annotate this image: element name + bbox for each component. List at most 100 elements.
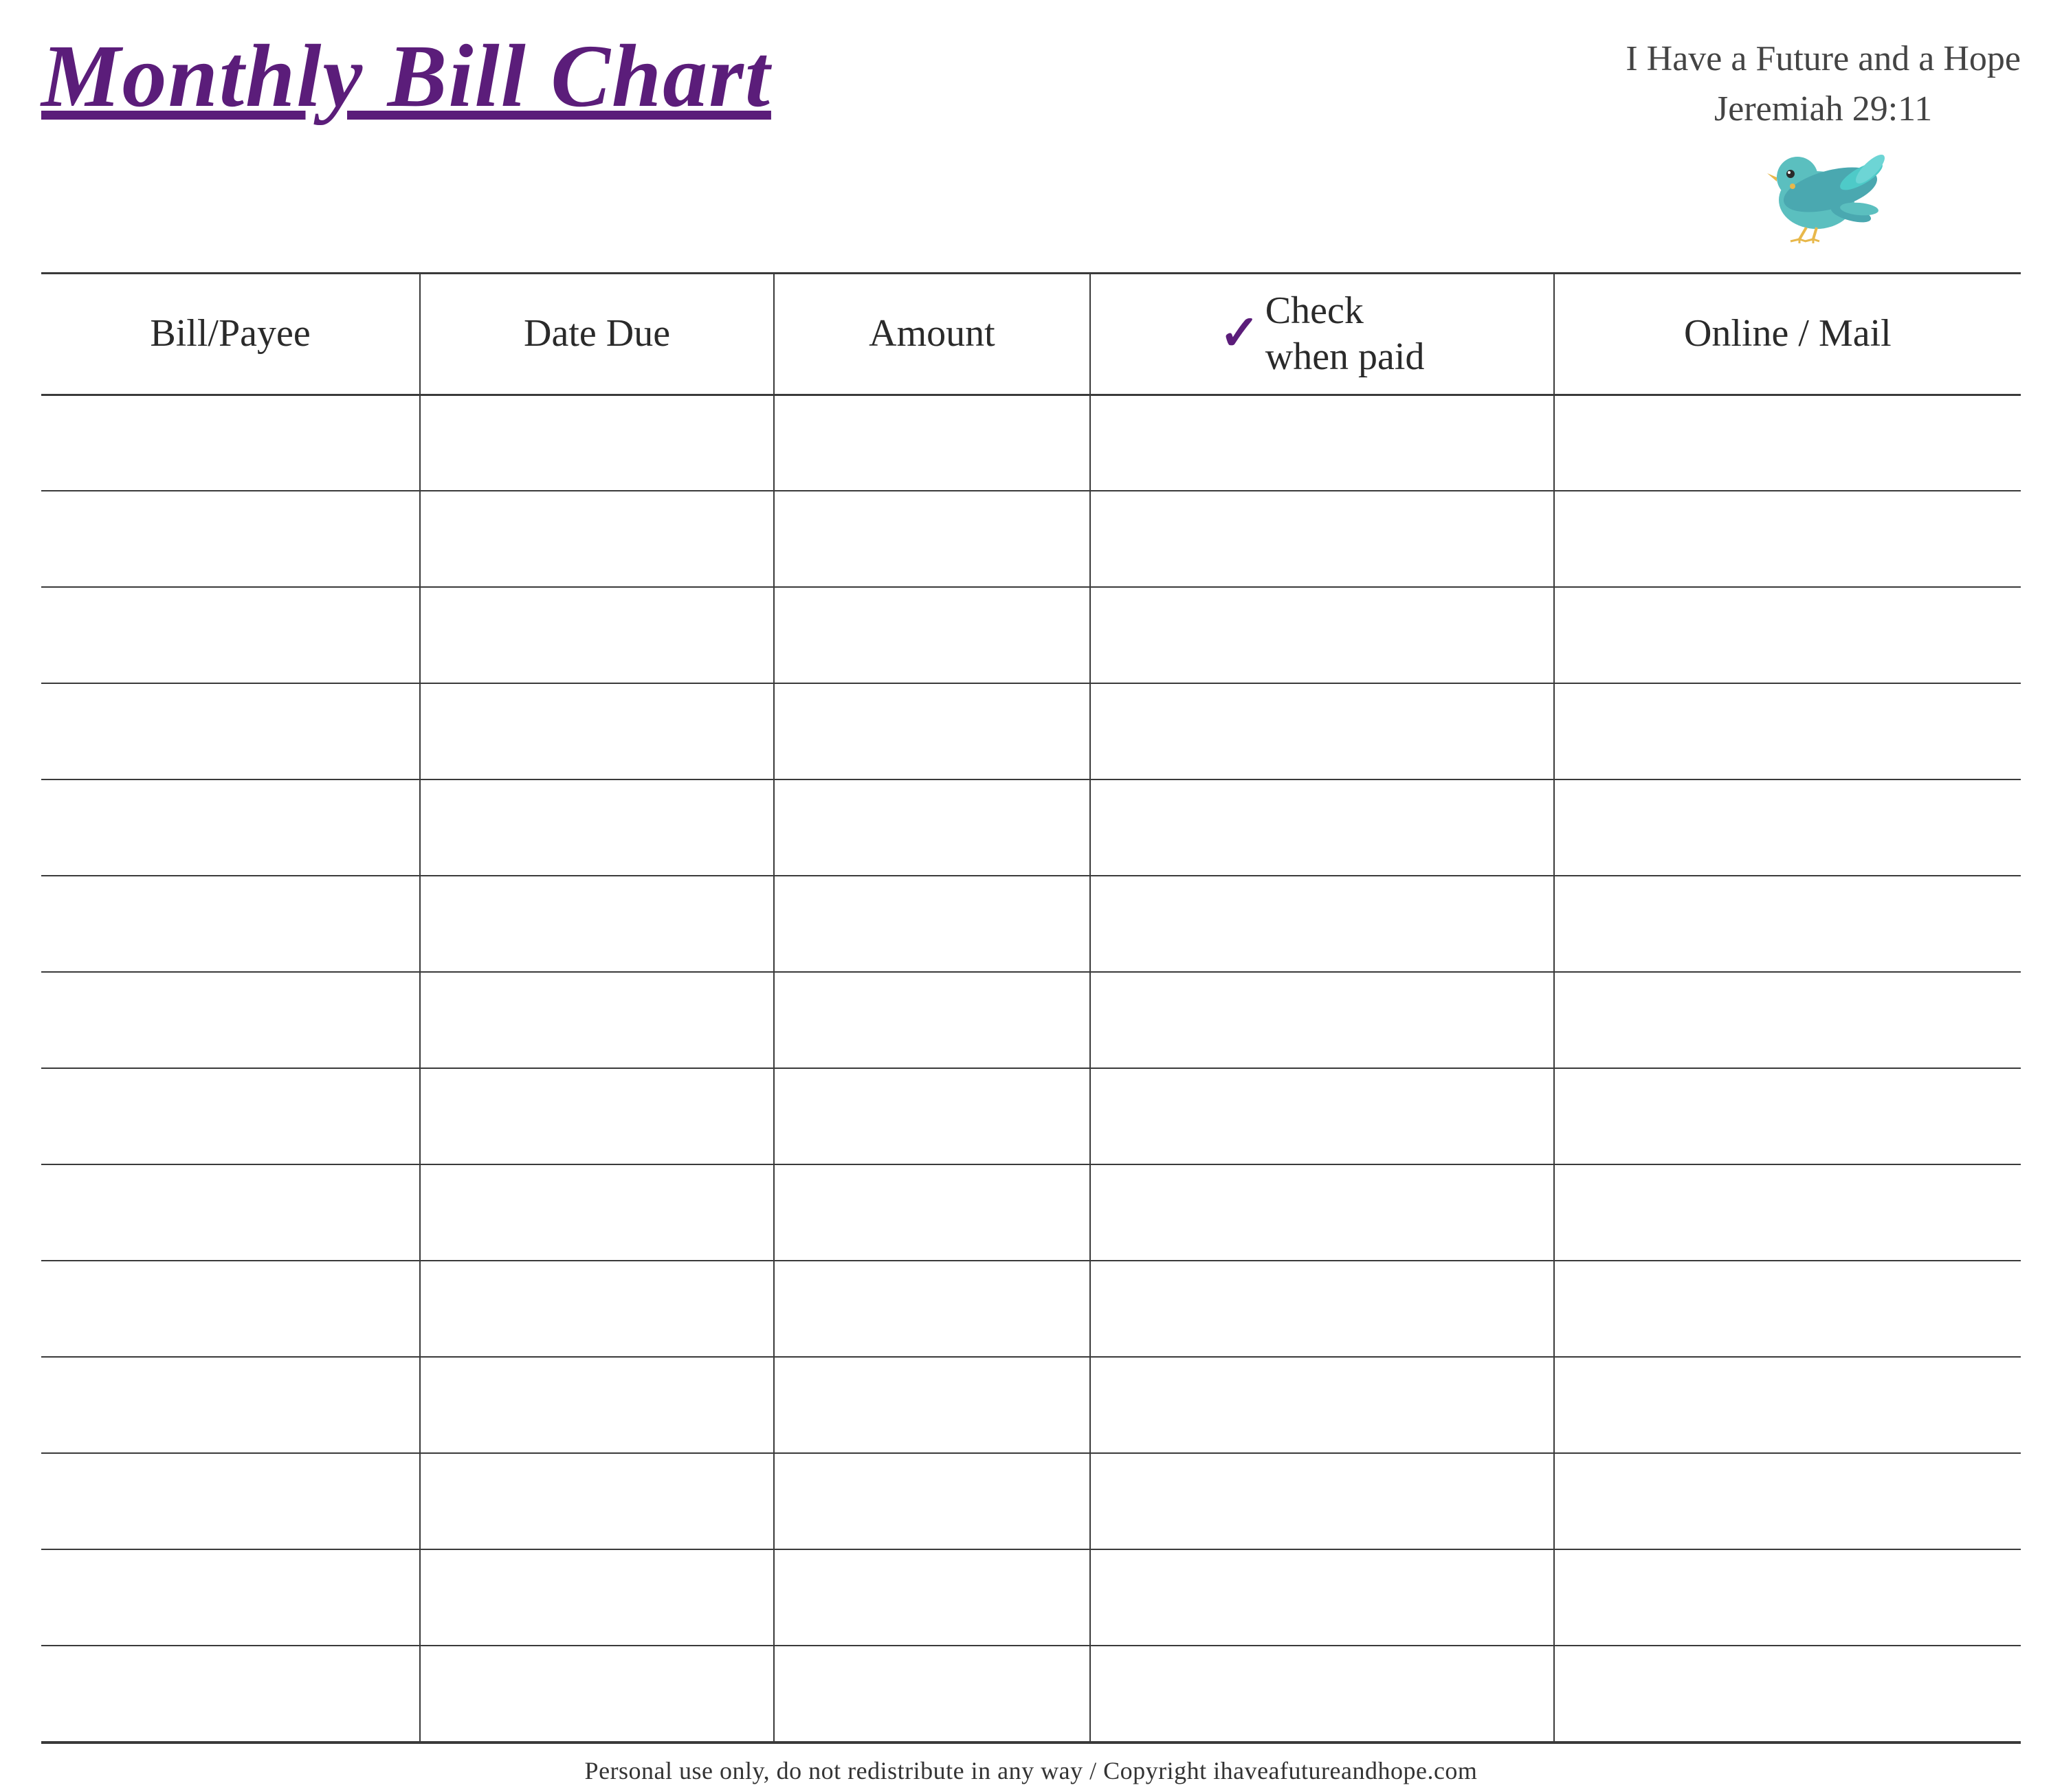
table-cell[interactable]: [41, 972, 420, 1068]
table-cell[interactable]: [774, 395, 1090, 491]
table-cell[interactable]: [774, 1068, 1090, 1164]
table-cell[interactable]: [774, 779, 1090, 876]
table-cell[interactable]: [774, 1453, 1090, 1549]
table-cell[interactable]: [41, 779, 420, 876]
col-online-mail: Online / Mail: [1554, 273, 2021, 395]
table-cell[interactable]: [1554, 1357, 2021, 1453]
table-cell[interactable]: [41, 587, 420, 683]
table-cell[interactable]: [41, 491, 420, 587]
table-cell[interactable]: [420, 972, 774, 1068]
table-cell[interactable]: [1090, 395, 1554, 491]
bird-illustration: [1755, 135, 1906, 245]
table-cell[interactable]: [1554, 1646, 2021, 1742]
table-cell[interactable]: [420, 683, 774, 779]
table-cell[interactable]: [774, 876, 1090, 972]
table-row: [41, 491, 2021, 587]
table-cell[interactable]: [1090, 1261, 1554, 1357]
table-row: [41, 1068, 2021, 1164]
table-row: [41, 1357, 2021, 1453]
table-cell[interactable]: [420, 1646, 774, 1742]
table-row: [41, 587, 2021, 683]
header-right: I Have a Future and a Hope Jeremiah 29:1…: [1626, 27, 2021, 245]
main-title: Monthly Bill Chart: [41, 27, 771, 126]
table-cell[interactable]: [774, 1549, 1090, 1646]
col-bill-payee: Bill/Payee: [41, 273, 420, 395]
table-header-row: Bill/Payee Date Due Amount ✓ Check w: [41, 273, 2021, 395]
table-body: [41, 395, 2021, 1742]
table-cell[interactable]: [774, 587, 1090, 683]
checkmark-icon: ✓: [1219, 310, 1260, 358]
table-cell[interactable]: [1090, 876, 1554, 972]
table-row: [41, 972, 2021, 1068]
col-amount: Amount: [774, 273, 1090, 395]
table-cell[interactable]: [1554, 491, 2021, 587]
footer: Personal use only, do not redistribute i…: [41, 1743, 2021, 1792]
table-cell[interactable]: [420, 395, 774, 491]
table-cell[interactable]: [41, 1646, 420, 1742]
bird-icon: [1755, 135, 1906, 245]
table-cell[interactable]: [1090, 1646, 1554, 1742]
table-cell[interactable]: [1554, 1549, 2021, 1646]
check-header-content: ✓ Check when paid: [1111, 288, 1533, 380]
table-cell[interactable]: [774, 1261, 1090, 1357]
table-cell[interactable]: [420, 1357, 774, 1453]
table-cell[interactable]: [1554, 972, 2021, 1068]
table-cell[interactable]: [41, 1164, 420, 1261]
table-cell[interactable]: [420, 587, 774, 683]
table-row: [41, 1164, 2021, 1261]
table-cell[interactable]: [1090, 1453, 1554, 1549]
table-cell[interactable]: [774, 1164, 1090, 1261]
table-cell[interactable]: [420, 779, 774, 876]
header: Monthly Bill Chart I Have a Future and a…: [41, 27, 2021, 252]
table-cell[interactable]: [420, 1068, 774, 1164]
table-row: [41, 395, 2021, 491]
table-cell[interactable]: [420, 1261, 774, 1357]
table-cell[interactable]: [1090, 1068, 1554, 1164]
table-cell[interactable]: [774, 683, 1090, 779]
table-cell[interactable]: [774, 491, 1090, 587]
table-cell[interactable]: [1554, 1261, 2021, 1357]
table-cell[interactable]: [1554, 1068, 2021, 1164]
table-cell[interactable]: [1090, 779, 1554, 876]
table-cell[interactable]: [420, 1453, 774, 1549]
table-cell[interactable]: [420, 491, 774, 587]
table-row: [41, 683, 2021, 779]
table-cell[interactable]: [1090, 1357, 1554, 1453]
table-container: Bill/Payee Date Due Amount ✓ Check w: [41, 272, 2021, 1743]
subtitle-block: I Have a Future and a Hope Jeremiah 29:1…: [1626, 34, 2021, 135]
table-cell[interactable]: [1090, 1549, 1554, 1646]
table-cell[interactable]: [41, 1549, 420, 1646]
table-cell[interactable]: [1554, 876, 2021, 972]
subtitle-line2: Jeremiah 29:11: [1714, 85, 1932, 135]
table-cell[interactable]: [1554, 1453, 2021, 1549]
table-cell[interactable]: [41, 1357, 420, 1453]
page: Monthly Bill Chart I Have a Future and a…: [0, 0, 2062, 1650]
table-row: [41, 1549, 2021, 1646]
table-cell[interactable]: [774, 1357, 1090, 1453]
table-cell[interactable]: [420, 1164, 774, 1261]
bill-chart-table: Bill/Payee Date Due Amount ✓ Check w: [41, 272, 2021, 1743]
table-cell[interactable]: [41, 876, 420, 972]
table-cell[interactable]: [1554, 779, 2021, 876]
table-cell[interactable]: [420, 1549, 774, 1646]
table-cell[interactable]: [41, 1261, 420, 1357]
table-cell[interactable]: [774, 1646, 1090, 1742]
table-cell[interactable]: [1090, 491, 1554, 587]
table-cell[interactable]: [1554, 395, 2021, 491]
table-cell[interactable]: [1554, 683, 2021, 779]
table-cell[interactable]: [41, 1068, 420, 1164]
table-cell[interactable]: [774, 972, 1090, 1068]
table-cell[interactable]: [1090, 972, 1554, 1068]
table-row: [41, 779, 2021, 876]
table-cell[interactable]: [1554, 1164, 2021, 1261]
subtitle-line1: I Have a Future and a Hope: [1626, 34, 2021, 85]
table-cell[interactable]: [1090, 587, 1554, 683]
table-cell[interactable]: [420, 876, 774, 972]
table-cell[interactable]: [41, 683, 420, 779]
table-cell[interactable]: [1554, 587, 2021, 683]
table-cell[interactable]: [1090, 683, 1554, 779]
table-cell[interactable]: [1090, 1164, 1554, 1261]
table-cell[interactable]: [41, 395, 420, 491]
table-cell[interactable]: [41, 1453, 420, 1549]
col-date-due: Date Due: [420, 273, 774, 395]
